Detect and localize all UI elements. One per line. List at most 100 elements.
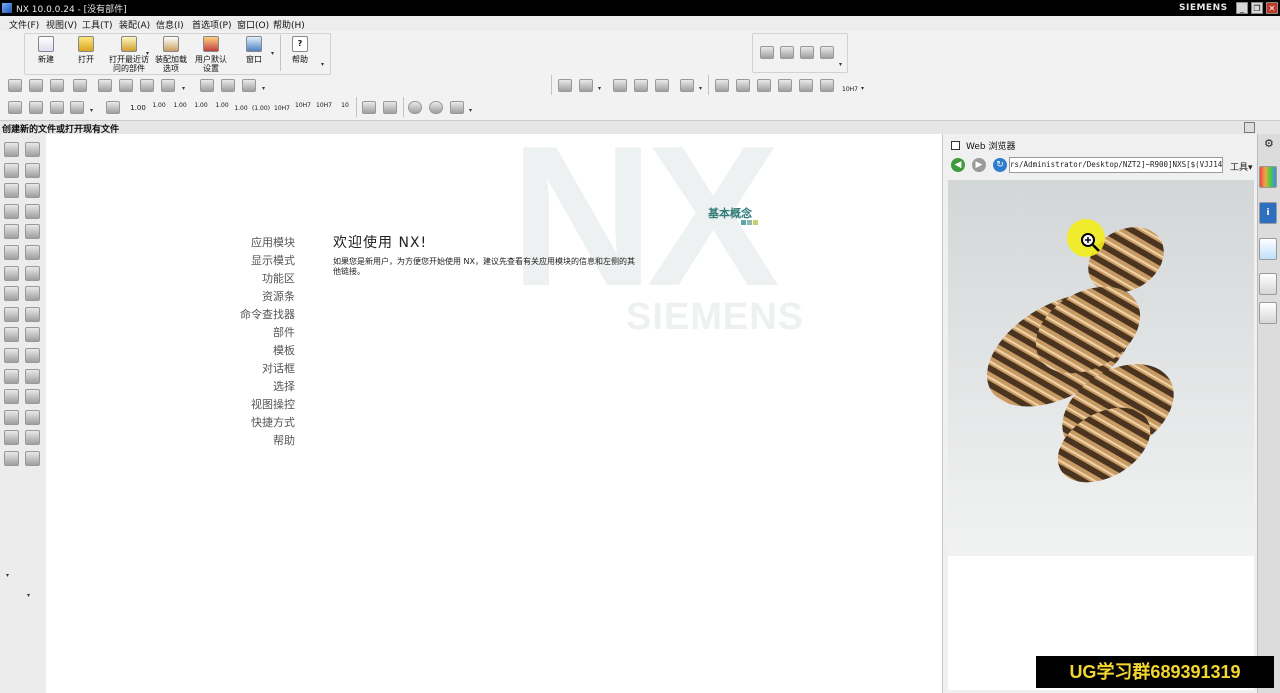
left-tool-sphere-icon[interactable] bbox=[4, 162, 19, 178]
menu-info[interactable]: 信息(I) bbox=[156, 18, 184, 31]
back-icon[interactable]: ◀ bbox=[951, 158, 965, 172]
left-bar-scroll-down-2-icon[interactable]: ▾ bbox=[27, 592, 30, 599]
left-tool-mesh-icon[interactable] bbox=[4, 368, 19, 384]
open-button[interactable]: 打开 bbox=[72, 36, 100, 64]
pocket-icon[interactable] bbox=[221, 79, 235, 92]
check-icon[interactable] bbox=[8, 101, 22, 114]
table-icon[interactable] bbox=[50, 101, 64, 114]
extrude-icon[interactable] bbox=[29, 79, 43, 92]
hole-icon[interactable] bbox=[161, 79, 175, 92]
left-tool-unite-icon[interactable] bbox=[25, 203, 40, 219]
shell-icon[interactable] bbox=[140, 79, 154, 92]
measure-icon[interactable] bbox=[362, 101, 376, 114]
recent-parts-button[interactable]: 打开最近访 问的部件 bbox=[107, 36, 151, 73]
left-tool-trim-icon[interactable] bbox=[4, 245, 19, 260]
decimal-3-button[interactable]: 1.00 bbox=[170, 101, 190, 110]
dimension-dropdown-icon[interactable]: ▾ bbox=[90, 107, 93, 114]
menu-help[interactable]: 帮助(H) bbox=[273, 18, 305, 31]
no-icon[interactable] bbox=[408, 101, 422, 114]
section-view-icon[interactable] bbox=[778, 79, 792, 92]
view-dropdown-icon[interactable]: ▾ bbox=[839, 61, 842, 68]
help-dropdown-icon[interactable]: ▾ bbox=[321, 61, 324, 68]
nav-link-shortcuts[interactable]: 快捷方式 bbox=[205, 414, 295, 430]
recent-dropdown-icon[interactable]: ▾ bbox=[146, 50, 149, 57]
decimal-7-button[interactable]: (1.00) bbox=[251, 104, 271, 113]
nav-link-help[interactable]: 帮助 bbox=[205, 432, 295, 448]
window-dropdown-icon[interactable]: ▾ bbox=[271, 50, 274, 57]
revolve-icon[interactable] bbox=[50, 79, 64, 92]
fit-4-button[interactable]: 10 bbox=[335, 101, 355, 110]
check-dropdown-icon[interactable]: ▾ bbox=[699, 85, 702, 92]
row3-dropdown-icon[interactable]: ▾ bbox=[469, 107, 472, 114]
left-tool-boundary-icon[interactable] bbox=[4, 409, 19, 425]
left-tool-cone-icon[interactable] bbox=[25, 142, 40, 157]
decimal-1-button[interactable]: 1.00 bbox=[128, 104, 148, 113]
chamfer-icon[interactable] bbox=[119, 79, 133, 92]
left-tool-cylinder-icon[interactable] bbox=[25, 183, 40, 199]
left-tool-patch-icon[interactable] bbox=[4, 265, 19, 281]
left-tool-subtract-icon[interactable] bbox=[4, 224, 19, 240]
nav-link-selection[interactable]: 选择 bbox=[205, 378, 295, 394]
material-icon[interactable] bbox=[655, 79, 669, 92]
nav-link-templates[interactable]: 模板 bbox=[205, 342, 295, 358]
fit-2-button[interactable]: 10H7 bbox=[293, 101, 313, 110]
left-tool-split-icon[interactable] bbox=[25, 245, 40, 260]
dimension-icon[interactable] bbox=[70, 101, 84, 114]
left-tool-styled-icon[interactable] bbox=[25, 451, 40, 466]
left-tool-pattern-icon[interactable] bbox=[25, 286, 40, 302]
left-tool-offset-icon[interactable] bbox=[25, 265, 40, 281]
browser-panel-checkbox[interactable] bbox=[951, 141, 960, 150]
refresh-icon[interactable]: ↻ bbox=[993, 158, 1007, 172]
fit-1-button[interactable]: 10H7 bbox=[272, 104, 292, 113]
nav-link-ribbon[interactable]: 功能区 bbox=[205, 270, 295, 286]
orient-view-icon[interactable] bbox=[760, 46, 774, 59]
shaded-view-icon[interactable] bbox=[780, 46, 794, 59]
decimal-6-button[interactable]: 1.00 bbox=[231, 104, 251, 113]
decimal-2-button[interactable]: 1.00 bbox=[149, 101, 169, 110]
note-icon[interactable] bbox=[820, 79, 834, 92]
nav-link-command-finder[interactable]: 命令查找器 bbox=[205, 306, 295, 322]
menu-preferences[interactable]: 首选项(P) bbox=[192, 18, 231, 31]
tolerance-dropdown-icon[interactable]: ▾ bbox=[861, 85, 864, 92]
history-tab-icon[interactable] bbox=[1259, 273, 1277, 295]
left-tool-chamfer-edge-icon[interactable] bbox=[25, 306, 40, 322]
fit-view-icon[interactable] bbox=[800, 46, 814, 59]
boss-icon[interactable] bbox=[200, 79, 214, 92]
left-tool-bridge-icon[interactable] bbox=[4, 451, 19, 466]
left-tool-extension-icon[interactable] bbox=[25, 430, 40, 446]
decimal-4-button[interactable]: 1.00 bbox=[191, 101, 211, 110]
info-tab-icon[interactable]: i bbox=[1259, 202, 1277, 224]
left-tool-n-sided-icon[interactable] bbox=[4, 430, 19, 446]
nav-link-parts[interactable]: 部件 bbox=[205, 324, 295, 340]
user-defaults-button[interactable]: 用户默认 设置 bbox=[193, 36, 229, 73]
blend-icon[interactable] bbox=[98, 79, 112, 92]
assembly-constraint-icon[interactable] bbox=[579, 79, 593, 92]
decimal-5-button[interactable]: 1.00 bbox=[212, 101, 232, 110]
new-button[interactable]: 新建 bbox=[32, 36, 60, 64]
palette-tab-icon[interactable] bbox=[1259, 166, 1277, 188]
menu-tools[interactable]: 工具(T) bbox=[82, 18, 113, 31]
left-tool-face-blend-icon[interactable] bbox=[25, 327, 40, 343]
pad-icon[interactable] bbox=[242, 79, 256, 92]
main-graphics-area[interactable] bbox=[46, 134, 942, 693]
left-tool-extrude-body-icon[interactable] bbox=[4, 183, 19, 199]
url-input[interactable]: rs/Administrator/Desktop/NZT2]~R900]NXS[… bbox=[1009, 157, 1223, 173]
role-tab-icon[interactable] bbox=[1259, 302, 1277, 324]
cylinder-icon[interactable] bbox=[613, 79, 627, 92]
image-viewer[interactable] bbox=[948, 180, 1254, 556]
resource-settings-icon[interactable]: ⚙ bbox=[1264, 137, 1274, 150]
left-tool-ruled-icon[interactable] bbox=[25, 409, 40, 425]
left-tool-variational-icon[interactable] bbox=[25, 389, 40, 405]
left-tool-edge-blend-icon[interactable] bbox=[4, 327, 19, 343]
circle-slash-icon[interactable] bbox=[429, 101, 443, 114]
left-tool-draft-icon[interactable] bbox=[4, 306, 19, 322]
render-style-icon[interactable] bbox=[820, 46, 834, 59]
edit-icon[interactable] bbox=[29, 101, 43, 114]
tolerance-button[interactable]: 10H7 bbox=[840, 85, 860, 94]
fit-3-button[interactable]: 10H7 bbox=[314, 101, 334, 110]
undo-arrow-icon[interactable] bbox=[450, 101, 464, 114]
checkbox-list-icon[interactable] bbox=[680, 79, 694, 92]
pen-icon[interactable] bbox=[634, 79, 648, 92]
sketch-icon[interactable] bbox=[8, 79, 22, 92]
browser-tools-menu[interactable]: 工具▾ bbox=[1230, 160, 1253, 173]
